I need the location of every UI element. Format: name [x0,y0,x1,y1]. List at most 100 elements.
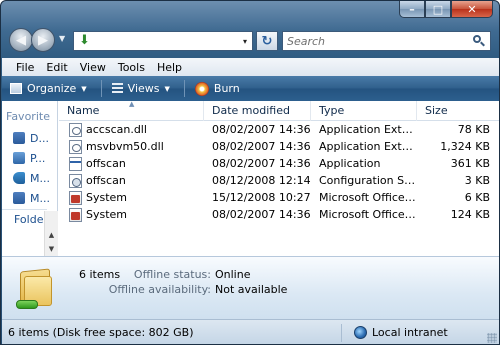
views-button[interactable]: Views ▼ [111,82,170,95]
resize-grip[interactable] [487,333,497,343]
search-box[interactable] [282,31,491,51]
application-file-icon [69,156,82,171]
column-type[interactable]: Type [311,100,417,121]
search-input[interactable] [287,34,457,48]
favorite-label: M... [30,171,50,185]
disc-icon [194,81,209,96]
favorites-heading: Favorite [6,110,50,121]
offline-availability-label: Offline availability: [108,283,211,296]
favorite-link[interactable]: D... [2,128,57,148]
menu-tools[interactable]: Tools [118,61,145,74]
menu-view[interactable]: View [80,61,106,74]
scroll-up-icon[interactable]: ▲ [45,229,58,241]
burn-label: Burn [213,82,240,95]
file-size: 78 KB [457,123,490,136]
favorite-link[interactable]: P... [2,148,57,168]
more-icon [13,192,25,204]
folder-arrow-icon: ⬇ [79,33,90,48]
address-bar[interactable]: ⬇ ▾ [73,31,253,51]
file-size: 124 KB [450,208,490,221]
views-label: Views [127,82,160,95]
forward-arrow-icon: ▶ [38,32,48,48]
file-size: 1,324 KB [440,140,490,153]
dll-file-icon [69,139,82,154]
file-size: 361 KB [450,157,490,170]
file-type: Application Extens... [319,140,417,153]
favorite-link[interactable]: M... [2,188,57,208]
file-name: offscan [86,174,126,187]
file-row[interactable]: accscan.dll 08/02/2007 14:36 Application… [59,121,499,138]
chevron-down-icon: ▼ [81,84,87,93]
file-row[interactable]: System 15/12/2008 10:27 Microsoft Office… [59,189,499,206]
search-icon[interactable] [472,34,486,48]
file-row[interactable]: msvbvm50.dll 08/02/2007 14:36 Applicatio… [59,138,499,155]
documents-icon [13,132,25,144]
file-date: 08/02/2007 14:36 [212,157,311,170]
nav-pane-scrollbar[interactable]: ▲ ▼ [44,211,58,256]
file-row[interactable]: System 08/02/2007 14:36 Microsoft Office… [59,206,499,223]
file-name: System [86,191,128,204]
file-type: Application [319,157,381,170]
menu-help[interactable]: Help [157,61,182,74]
zone-label: Local intranet [372,326,448,339]
address-dropdown-button[interactable]: ▾ [238,32,252,50]
file-row[interactable]: offscan 08/02/2007 14:36 Application 361… [59,155,499,172]
file-type: Application Extens... [319,123,417,136]
back-button[interactable]: ◀ [9,28,33,52]
chevron-down-icon: ▼ [164,84,170,93]
details-pane: 6 items Offline status: Online Offline a… [2,256,499,319]
status-text: 6 items (Disk free space: 802 GB) [2,323,342,342]
organize-label: Organize [27,82,77,95]
file-date: 08/02/2007 14:36 [212,208,311,221]
minimize-button[interactable]: – [399,1,425,18]
organize-button[interactable]: Organize ▼ [10,82,87,95]
folders-toggle[interactable]: Folders [2,209,54,230]
file-list: ▲ Name Date modified Type Size accscan.d… [59,100,499,256]
menu-bar: File Edit View Tools Help [2,58,499,76]
pictures-icon [13,152,25,164]
file-name: System [86,208,128,221]
file-type: Microsoft Office A... [319,208,417,221]
file-row[interactable]: offscan 08/12/2008 12:14 Configuration S… [59,172,499,189]
toolbar-separator [183,80,185,97]
favorite-label: D... [30,131,49,145]
column-headers: ▲ Name Date modified Type Size [59,100,499,121]
file-type: Microsoft Office A... [319,191,417,204]
file-date: 08/02/2007 14:36 [212,123,311,136]
status-bar: 6 items (Disk free space: 802 GB) Local … [2,319,499,344]
security-zone: Local intranet [342,326,448,339]
file-name: msvbvm50.dll [86,140,164,153]
office-file-icon [69,207,82,222]
menu-edit[interactable]: Edit [46,61,67,74]
back-arrow-icon: ◀ [16,32,26,48]
column-date-modified[interactable]: Date modified [204,100,311,121]
burn-button[interactable]: Burn [194,81,240,96]
file-name: accscan.dll [86,123,147,136]
file-size: 3 KB [464,174,490,187]
scroll-down-icon[interactable]: ▼ [45,243,58,255]
recent-pages-dropdown[interactable]: ▼ [59,34,65,43]
menu-file[interactable]: File [16,61,34,74]
organize-icon [10,83,22,94]
dll-file-icon [69,122,82,137]
folder-icon [16,264,56,309]
command-toolbar: Organize ▼ Views ▼ Burn [2,76,499,101]
favorite-link[interactable]: M... [2,168,57,188]
file-size: 6 KB [464,191,490,204]
navigation-buttons: ◀ ▶ [9,28,57,54]
column-size[interactable]: Size [417,101,497,121]
close-button[interactable]: ✕ [451,1,493,18]
maximize-button[interactable]: □ [425,1,451,18]
offline-status-label: Offline status: [133,268,211,281]
favorite-label: M... [30,191,50,205]
favorite-label: P... [30,151,46,165]
office-file-icon [69,190,82,205]
refresh-button[interactable]: ↻ [256,31,278,51]
config-file-icon [69,173,82,188]
file-type: Configuration Sett... [319,174,417,187]
file-date: 08/12/2008 12:14 [212,174,311,187]
forward-button[interactable]: ▶ [31,28,55,52]
file-date: 08/02/2007 14:36 [212,140,311,153]
file-name: offscan [86,157,126,170]
globe-icon [354,326,367,339]
